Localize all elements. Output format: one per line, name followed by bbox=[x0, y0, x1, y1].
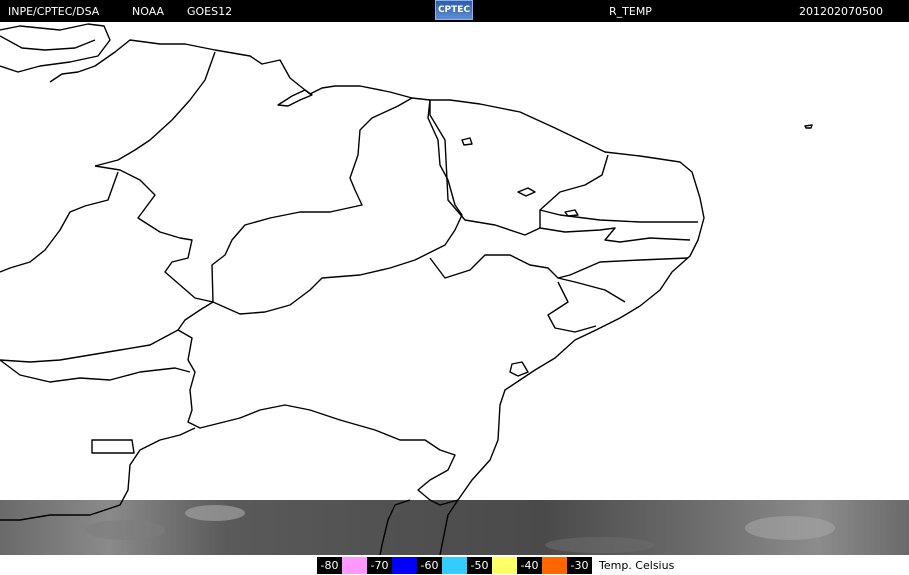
cloud-patch bbox=[545, 537, 655, 553]
cloud-patch bbox=[85, 520, 165, 540]
temperature-legend: -80 -70 -60 -50 -40 -30 Temp. Celsius bbox=[0, 555, 909, 575]
legend-label-minus40: -40 bbox=[517, 557, 542, 574]
satellite-label: GOES12 bbox=[187, 5, 233, 18]
legend-color-swatch bbox=[342, 557, 367, 574]
legend-color-swatch bbox=[542, 557, 567, 574]
legend-label-minus50: -50 bbox=[467, 557, 492, 574]
product-label: R_TEMP bbox=[609, 5, 652, 18]
header-bar: INPE/CPTEC/DSA NOAA GOES12 CPTEC R_TEMP … bbox=[0, 0, 909, 22]
legend-label-minus60: -60 bbox=[417, 557, 442, 574]
legend-label-minus80: -80 bbox=[317, 557, 342, 574]
legend-color-swatch bbox=[392, 557, 417, 574]
timestamp-label: 201202070500 bbox=[799, 5, 883, 18]
legend-color-swatch bbox=[492, 557, 517, 574]
organization-label: INPE/CPTEC/DSA bbox=[8, 5, 100, 18]
legend-label-minus30: -30 bbox=[567, 557, 592, 574]
legend-unit-label: Temp. Celsius bbox=[599, 559, 675, 572]
cptec-logo: CPTEC bbox=[435, 0, 473, 20]
legend-color-swatch bbox=[442, 557, 467, 574]
map-background bbox=[0, 22, 909, 555]
satellite-map bbox=[0, 22, 909, 555]
cloud-patch bbox=[745, 516, 835, 540]
agency-label: NOAA bbox=[132, 5, 165, 18]
legend-label-minus70: -70 bbox=[367, 557, 392, 574]
cloud-patch bbox=[185, 505, 245, 521]
